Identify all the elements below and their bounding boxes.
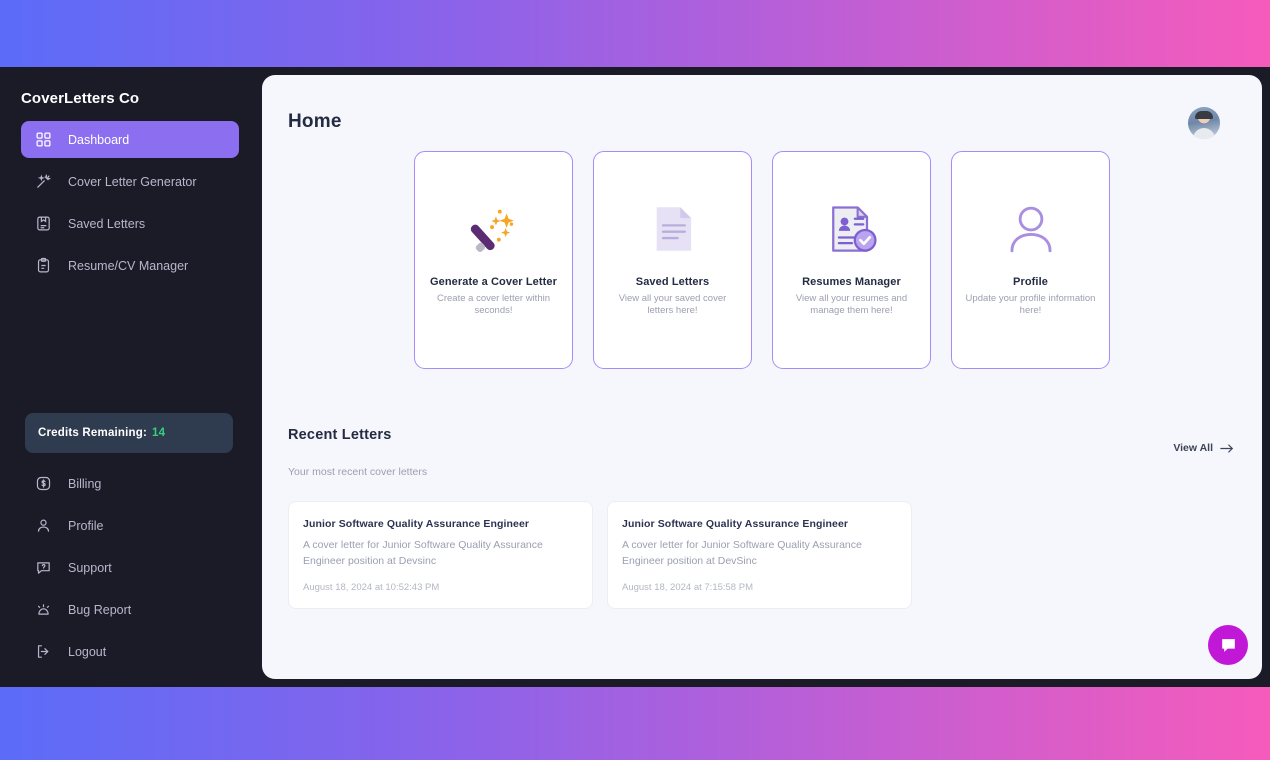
sidebar-primary-nav: Dashboard Cover Letter Generator Saved L… xyxy=(0,121,260,284)
clipboard-icon xyxy=(35,257,52,274)
sidebar-item-logout[interactable]: Logout xyxy=(21,633,239,670)
recent-letters-header: Recent Letters View All xyxy=(262,369,1262,454)
recent-letters-section: Recent Letters View All Your most recent… xyxy=(262,369,1262,609)
sidebar: CoverLetters Co Dashboard Cover Letter G… xyxy=(0,67,260,687)
sidebar-item-cover-letter-generator[interactable]: Cover Letter Generator xyxy=(21,163,239,200)
grid-icon xyxy=(35,131,52,148)
sidebar-item-label: Support xyxy=(68,560,112,575)
avatar[interactable] xyxy=(1188,107,1220,139)
resume-check-illustration-icon xyxy=(822,186,882,272)
sidebar-item-label: Cover Letter Generator xyxy=(68,174,197,189)
chat-support-button[interactable] xyxy=(1208,625,1248,665)
sidebar-item-dashboard[interactable]: Dashboard xyxy=(21,121,239,158)
logout-icon xyxy=(35,643,52,660)
sidebar-item-saved-letters[interactable]: Saved Letters xyxy=(21,205,239,242)
card-description: View all your resumes and manage them he… xyxy=(795,293,908,317)
card-title: Saved Letters xyxy=(635,276,710,288)
letter-description: A cover letter for Junior Software Quali… xyxy=(622,539,862,567)
person-illustration-icon xyxy=(1002,186,1060,272)
main-panel: Home Generate a Cover Letter Create a co… xyxy=(262,75,1262,679)
save-document-icon xyxy=(35,215,52,232)
letter-date: August 18, 2024 at 10:52:43 PM xyxy=(303,581,440,593)
recent-letters-title: Recent Letters xyxy=(288,427,392,443)
document-illustration-icon xyxy=(644,186,702,272)
magic-wand-illustration-icon xyxy=(463,186,525,272)
user-icon xyxy=(35,517,52,534)
recent-letters-list: Junior Software Quality Assurance Engine… xyxy=(262,478,1262,609)
credits-label: Credits Remaining: xyxy=(38,427,148,439)
sidebar-item-label: Profile xyxy=(68,518,104,533)
arrow-right-icon xyxy=(1220,443,1234,454)
chat-bubble-icon xyxy=(1219,636,1238,655)
sidebar-item-label: Billing xyxy=(68,476,102,491)
sidebar-item-label: Logout xyxy=(68,644,107,659)
dollar-circle-icon xyxy=(35,475,52,492)
sidebar-item-billing[interactable]: Billing xyxy=(21,465,239,502)
recent-letters-subtitle: Your most recent cover letters xyxy=(288,466,428,478)
sidebar-item-support[interactable]: Support xyxy=(21,549,239,586)
card-saved-letters[interactable]: Saved Letters View all your saved cover … xyxy=(593,151,752,369)
alarm-icon xyxy=(35,601,52,618)
card-resumes-manager[interactable]: Resumes Manager View all your resumes an… xyxy=(772,151,931,369)
feature-cards: Generate a Cover Letter Create a cover l… xyxy=(262,139,1262,369)
card-title: Profile xyxy=(1013,276,1048,288)
card-generate-cover-letter[interactable]: Generate a Cover Letter Create a cover l… xyxy=(414,151,573,369)
view-all-label: View All xyxy=(1173,442,1213,454)
sidebar-secondary-nav: Billing Profile Support Bug Report Logou… xyxy=(21,465,239,675)
credits-badge: Credits Remaining: 14 xyxy=(25,413,233,453)
card-profile[interactable]: Profile Update your profile information … xyxy=(951,151,1110,369)
letter-description: A cover letter for Junior Software Quali… xyxy=(303,539,543,567)
card-description: Update your profile information here! xyxy=(965,293,1096,317)
sidebar-item-label: Bug Report xyxy=(68,602,132,617)
brand-title: CoverLetters Co xyxy=(21,90,140,107)
letter-card[interactable]: Junior Software Quality Assurance Engine… xyxy=(288,501,593,609)
sidebar-item-profile[interactable]: Profile xyxy=(21,507,239,544)
card-title: Generate a Cover Letter xyxy=(429,276,558,288)
panel-header: Home xyxy=(262,75,1262,139)
sidebar-item-resume-cv-manager[interactable]: Resume/CV Manager xyxy=(21,247,239,284)
sidebar-item-label: Dashboard xyxy=(68,132,130,147)
card-description: Create a cover letter within seconds! xyxy=(437,293,550,317)
sidebar-item-label: Resume/CV Manager xyxy=(68,258,189,273)
magic-wand-icon xyxy=(35,173,52,190)
credits-value: 14 xyxy=(152,427,166,439)
view-all-link[interactable]: View All xyxy=(1173,442,1234,454)
sidebar-item-bug-report[interactable]: Bug Report xyxy=(21,591,239,628)
letter-title: Junior Software Quality Assurance Engine… xyxy=(303,518,530,530)
page-title: Home xyxy=(288,111,342,132)
question-chat-icon xyxy=(35,559,52,576)
app-window: CoverLetters Co Dashboard Cover Letter G… xyxy=(0,67,1270,687)
letter-date: August 18, 2024 at 7:15:58 PM xyxy=(622,581,753,593)
letter-title: Junior Software Quality Assurance Engine… xyxy=(622,518,849,530)
sidebar-item-label: Saved Letters xyxy=(68,216,146,231)
card-title: Resumes Manager xyxy=(802,276,901,288)
letter-card[interactable]: Junior Software Quality Assurance Engine… xyxy=(607,501,912,609)
card-description: View all your saved cover letters here! xyxy=(618,293,727,317)
